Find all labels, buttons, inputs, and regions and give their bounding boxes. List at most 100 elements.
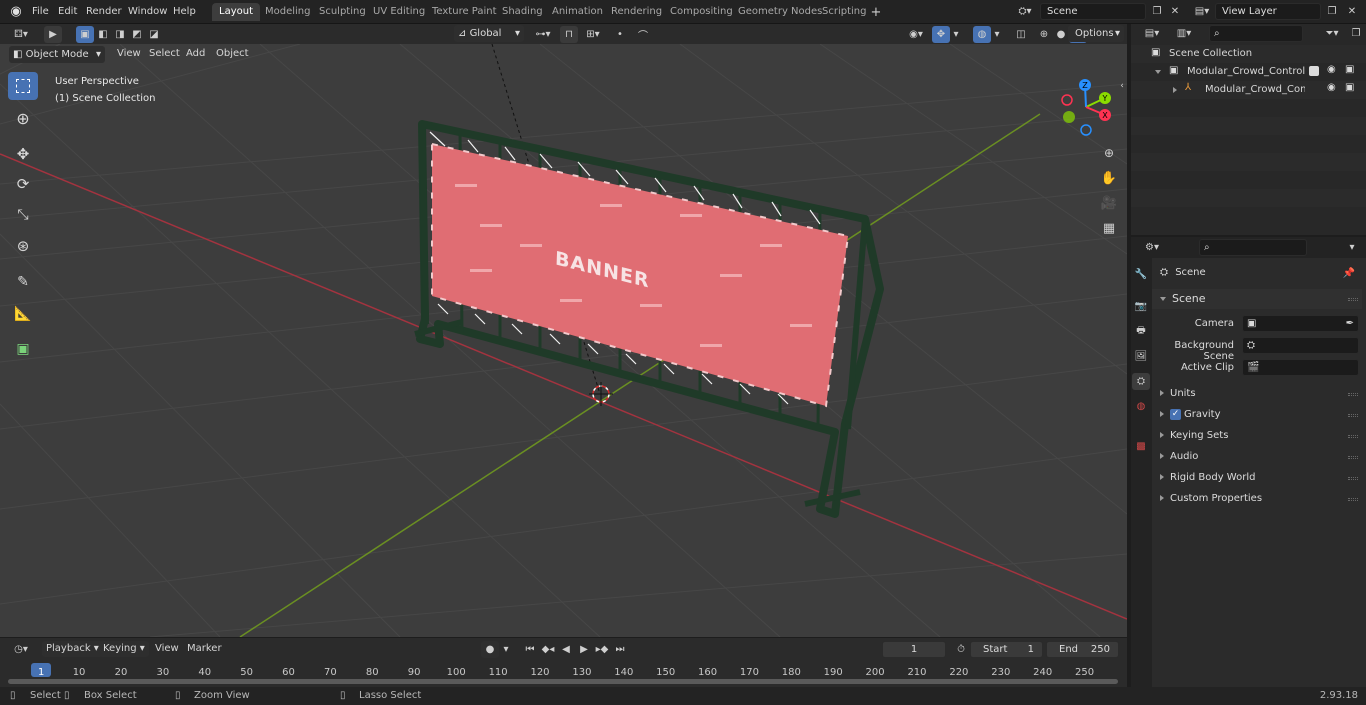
- scene-panel-header[interactable]: Scene: [1152, 289, 1362, 309]
- pin-icon[interactable]: 📌: [1340, 265, 1358, 282]
- overlays-toggle-icon[interactable]: ◍: [973, 26, 991, 43]
- drag-handle-icon[interactable]: [1348, 414, 1358, 417]
- zoom-icon[interactable]: ⊕: [1099, 143, 1119, 163]
- output-tab-icon[interactable]: 🖶: [1132, 323, 1150, 340]
- proportional-edit-icon[interactable]: •: [611, 26, 629, 43]
- tool-measure[interactable]: 📐: [8, 300, 38, 328]
- select-new-icon[interactable]: ▣: [76, 26, 94, 43]
- menu-edit[interactable]: Edit: [54, 4, 81, 20]
- units-panel-header[interactable]: Units: [1152, 384, 1362, 404]
- tab-rendering[interactable]: Rendering: [604, 3, 669, 21]
- eye-icon[interactable]: ◉: [1327, 64, 1336, 75]
- outliner-row[interactable]: ▣ Scene Collection: [1131, 45, 1366, 63]
- tool-annotate[interactable]: ✎: [8, 268, 38, 296]
- delete-view-layer-icon[interactable]: ✕: [1343, 3, 1361, 20]
- render-camera-icon[interactable]: ▣: [1345, 82, 1354, 93]
- properties-search-input[interactable]: ⌕: [1199, 239, 1307, 256]
- render-camera-icon[interactable]: ▣: [1345, 64, 1354, 75]
- play-reverse-icon[interactable]: ◀: [557, 641, 575, 658]
- properties-editor-icon[interactable]: ⚙▾: [1139, 239, 1165, 256]
- jump-start-icon[interactable]: ⏮: [521, 641, 539, 658]
- play-icon[interactable]: ▶: [575, 641, 593, 658]
- select-intersect-icon[interactable]: ◪: [145, 26, 163, 43]
- select-tool-icon[interactable]: ▶: [44, 26, 62, 43]
- tool-move[interactable]: ✥: [8, 140, 38, 168]
- gizmo-toggle-icon[interactable]: ✥: [932, 26, 950, 43]
- pivot-point-icon[interactable]: ⊶▾: [530, 26, 556, 43]
- outliner-display-mode-icon[interactable]: ▥▾: [1171, 25, 1197, 42]
- tab-layout[interactable]: Layout: [212, 3, 260, 21]
- drag-handle-icon[interactable]: [1348, 477, 1358, 480]
- tab-shading[interactable]: Shading: [495, 3, 550, 21]
- scene-selector-icon[interactable]: ⛭▾: [1012, 3, 1038, 20]
- keying-sets-panel-header[interactable]: Keying Sets: [1152, 426, 1362, 446]
- world-tab-icon[interactable]: ◍: [1132, 398, 1150, 415]
- add-workspace-icon[interactable]: +: [867, 4, 885, 21]
- outliner-row[interactable]: ▣ Modular_Crowd_Control_Barr ◉ ▣: [1131, 63, 1366, 81]
- menu-timeline-view[interactable]: View: [151, 641, 183, 657]
- tool-add-cube[interactable]: ▣: [8, 335, 38, 363]
- tool-scale[interactable]: ⤡: [8, 201, 38, 229]
- menu-playback[interactable]: Playback ▾: [42, 641, 103, 657]
- select-difference-icon[interactable]: ◩: [128, 26, 146, 43]
- render-tab-icon[interactable]: 📷: [1132, 298, 1150, 315]
- stopwatch-icon[interactable]: ⏱: [952, 641, 970, 658]
- next-keyframe-icon[interactable]: ▸◆: [593, 641, 611, 658]
- delete-scene-icon[interactable]: ✕: [1166, 3, 1184, 20]
- menu-add[interactable]: Add: [182, 46, 209, 62]
- object-mode-dropdown[interactable]: ◧ Object Mode ▾: [9, 46, 105, 63]
- scene-name-field[interactable]: Scene: [1040, 3, 1146, 20]
- background-scene-field[interactable]: ⛭: [1242, 337, 1359, 354]
- 3d-viewport[interactable]: BANNER: [0, 44, 1127, 637]
- select-extend-icon[interactable]: ◧: [94, 26, 112, 43]
- tool-cursor[interactable]: ⊕: [8, 104, 38, 132]
- options-dropdown[interactable]: Options ▾: [1068, 25, 1124, 42]
- tab-compositing[interactable]: Compositing: [663, 3, 740, 21]
- sidebar-toggle-icon[interactable]: ‹: [1118, 80, 1126, 92]
- current-frame-field[interactable]: 1: [882, 641, 946, 658]
- drag-handle-icon[interactable]: [1348, 393, 1358, 396]
- active-clip-field[interactable]: 🎬: [1242, 359, 1359, 376]
- xray-toggle-icon[interactable]: ◫: [1012, 26, 1030, 43]
- prev-keyframe-icon[interactable]: ◆◂: [539, 641, 557, 658]
- tool-rotate[interactable]: ⟳: [8, 170, 38, 198]
- tab-scripting[interactable]: Scripting: [815, 3, 873, 21]
- timeline-scrollbar[interactable]: [8, 679, 1118, 684]
- pan-hand-icon[interactable]: ✋: [1099, 168, 1119, 188]
- ortho-grid-icon[interactable]: ▦: [1099, 218, 1119, 238]
- gizmo-dropdown-icon[interactable]: ▾: [950, 26, 962, 43]
- tab-texture-paint[interactable]: Texture Paint: [425, 3, 504, 21]
- audio-panel-header[interactable]: Audio: [1152, 447, 1362, 467]
- overlays-dropdown-icon[interactable]: ▾: [991, 26, 1003, 43]
- tab-modeling[interactable]: Modeling: [258, 3, 318, 21]
- snap-icon[interactable]: ⊓: [560, 26, 578, 43]
- gravity-panel-header[interactable]: ✓ Gravity: [1152, 405, 1362, 425]
- menu-view[interactable]: View: [113, 46, 145, 62]
- jump-end-icon[interactable]: ⏭: [611, 641, 629, 658]
- menu-file[interactable]: File: [28, 4, 53, 20]
- filter-icon[interactable]: ⏷▾: [1319, 25, 1345, 42]
- outliner-editor-icon[interactable]: ▤▾: [1139, 25, 1165, 42]
- start-frame-field[interactable]: Start 1: [970, 641, 1043, 658]
- end-frame-field[interactable]: End 250: [1046, 641, 1119, 658]
- gravity-checkbox[interactable]: ✓: [1170, 408, 1181, 420]
- new-collection-icon[interactable]: ❐: [1347, 25, 1365, 42]
- visibility-icon[interactable]: ◉▾: [903, 26, 929, 43]
- tab-animation[interactable]: Animation: [545, 3, 610, 21]
- camera-field[interactable]: ▣ ✒: [1242, 315, 1359, 332]
- drag-handle-icon[interactable]: [1348, 498, 1358, 501]
- editor-type-icon[interactable]: ⚃▾: [8, 26, 34, 43]
- scene-tab-icon[interactable]: ⛭: [1132, 373, 1150, 390]
- drag-handle-icon[interactable]: [1348, 435, 1358, 438]
- tool-select-box[interactable]: [8, 72, 38, 100]
- menu-window[interactable]: Window: [124, 4, 171, 20]
- custom-properties-panel-header[interactable]: Custom Properties: [1152, 489, 1362, 509]
- record-icon[interactable]: ●: [481, 641, 499, 658]
- view-layer-field[interactable]: View Layer: [1215, 3, 1321, 20]
- record-options-icon[interactable]: ▾: [500, 641, 512, 658]
- view-layer-icon[interactable]: ▤▾: [1189, 3, 1215, 20]
- camera-view-icon[interactable]: 🎥: [1099, 193, 1119, 213]
- menu-render[interactable]: Render: [82, 4, 126, 20]
- properties-options-icon[interactable]: ▾: [1343, 239, 1361, 256]
- rigid-body-world-panel-header[interactable]: Rigid Body World: [1152, 468, 1362, 488]
